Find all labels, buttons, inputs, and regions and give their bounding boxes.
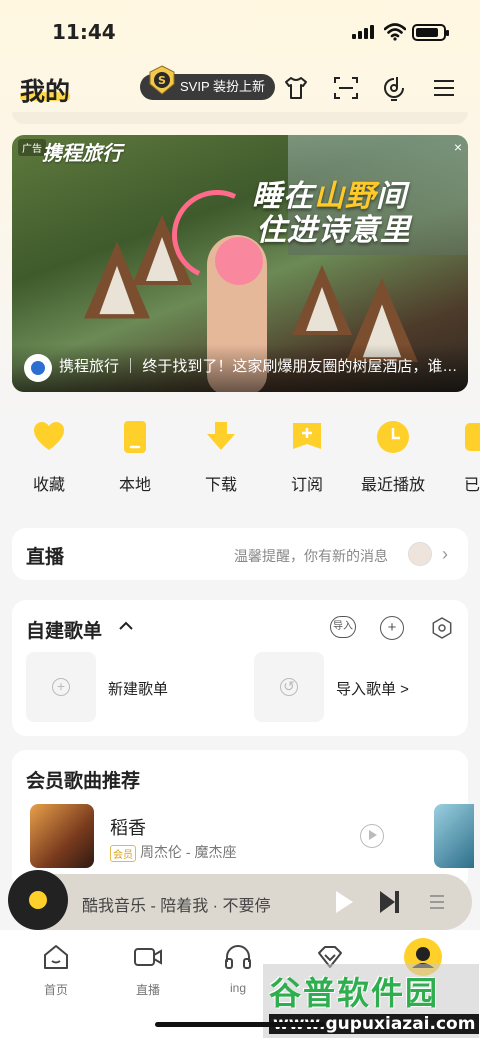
shortcut-label: 最近播放 <box>360 477 425 494</box>
new-playlist-thumb: + <box>26 652 96 722</box>
page-header: 我的 S SVIP 装扮上新 <box>0 64 480 114</box>
play-icon[interactable] <box>360 824 384 848</box>
page-title: 我的 <box>20 78 71 106</box>
banner-brand: 携程旅行 <box>42 143 122 165</box>
new-playlist-button[interactable]: + 新建歌单 <box>26 652 168 722</box>
battery-icon <box>412 24 449 41</box>
banner-hut <box>84 241 150 319</box>
song-title[interactable]: 稻香 <box>110 814 146 840</box>
vinyl-disc-icon[interactable] <box>8 870 68 930</box>
shortcut-label: 已 <box>464 477 480 494</box>
ctrip-logo-icon <box>24 354 52 382</box>
download-icon <box>207 422 235 450</box>
tab-label: 直播 <box>135 983 160 997</box>
wifi-icon <box>384 23 406 41</box>
check-icon <box>465 423 480 451</box>
shortcut-label: 下载 <box>204 477 237 494</box>
banner-slogan-line2: 住进诗意里 <box>256 213 411 248</box>
shortcut-purchased[interactable]: 已 <box>444 420 480 495</box>
plus-icon: + <box>52 678 70 696</box>
live-card[interactable]: 直播 温馨提醒，你有新的消息 › <box>12 528 468 580</box>
svip-badge-icon: S <box>149 65 175 95</box>
shortcut-row: 收藏 本地 下载 订阅 最近播放 已 <box>0 420 480 500</box>
avatar <box>408 542 432 566</box>
song-meta: 会员 周杰伦 - 魔杰座 <box>110 842 236 862</box>
header-strip <box>12 112 468 124</box>
ad-banner[interactable]: 广告 携程旅行 × 睡在山野间 住进诗意里 携程旅行 ｜ 终于找到了！这家刷爆朋… <box>12 135 468 392</box>
clock-icon <box>377 421 409 453</box>
member-songs-card: 会员歌曲推荐 稻香 会员 周杰伦 - 魔杰座 <box>12 750 474 890</box>
status-bar: 11:44 <box>0 0 480 60</box>
tab-ing[interactable]: ing <box>208 942 268 995</box>
tab-home[interactable]: 首页 <box>26 942 86 998</box>
menu-icon[interactable] <box>430 74 458 102</box>
music-recognize-icon[interactable] <box>380 74 408 102</box>
svip-label: SVIP 装扮上新 <box>180 79 266 94</box>
add-icon[interactable]: + <box>380 616 404 640</box>
shortcut-subscribe[interactable]: 订阅 <box>272 420 342 495</box>
player-text: 酷我音乐 - 陪着我 · 不要停 <box>82 898 271 915</box>
home-indicator[interactable] <box>155 1022 325 1027</box>
song-artist-album: 周杰伦 - 魔杰座 <box>140 844 237 860</box>
svg-text:S: S <box>158 74 166 87</box>
shortcut-local[interactable]: 本地 <box>100 420 170 495</box>
chevron-right-icon: › <box>442 544 448 564</box>
import-arrow-icon: ↺ <box>280 678 298 696</box>
live-title: 直播 <box>26 547 65 568</box>
import-playlist-button[interactable]: ↺ 导入歌单 > <box>254 652 409 722</box>
shortcut-label: 订阅 <box>290 477 323 494</box>
banner-hut <box>292 265 352 335</box>
headphones-icon <box>225 945 251 969</box>
shortcut-label: 本地 <box>118 477 151 494</box>
shortcut-download[interactable]: 下载 <box>186 420 256 495</box>
tab-live[interactable]: 直播 <box>118 942 178 998</box>
playlists-card: 自建歌单 导入 + + 新建歌单 ↺ 导入歌单 > <box>12 600 468 736</box>
song-cover-next[interactable] <box>434 804 474 868</box>
video-icon <box>134 948 162 966</box>
import-playlist-thumb: ↺ <box>254 652 324 722</box>
watermark-name: 谷普软件园 <box>269 975 440 1011</box>
next-button[interactable] <box>380 891 399 913</box>
chevron-up-icon[interactable] <box>118 620 134 632</box>
phone-icon <box>124 421 146 453</box>
new-playlist-label: 新建歌单 <box>108 681 169 698</box>
shortcut-recent[interactable]: 最近播放 <box>358 420 428 495</box>
status-time: 11:44 <box>52 20 116 44</box>
tab-label: 首页 <box>43 983 68 997</box>
scan-icon[interactable] <box>332 74 360 102</box>
subscribe-icon <box>293 423 321 449</box>
playlist-icon[interactable] <box>428 892 446 912</box>
shortcut-favorites[interactable]: 收藏 <box>14 420 84 495</box>
banner-caption: 携程旅行 ｜ 终于找到了！这家刷爆朋友圈的树屋酒店，谁… <box>59 358 458 375</box>
play-button[interactable] <box>336 891 353 913</box>
member-songs-title: 会员歌曲推荐 <box>26 771 141 792</box>
home-icon <box>44 945 68 969</box>
import-icon[interactable]: 导入 <box>330 616 356 638</box>
live-message: 温馨提醒，你有新的消息 <box>234 548 388 564</box>
signal-icon <box>352 25 374 39</box>
mini-player[interactable]: 酷我音乐 - 陪着我 · 不要停 <box>8 870 472 930</box>
vip-tag: 会员 <box>110 844 136 862</box>
tshirt-icon[interactable] <box>282 74 310 102</box>
playlists-title: 自建歌单 <box>26 621 103 642</box>
svip-button[interactable]: S SVIP 装扮上新 <box>140 65 276 100</box>
import-playlist-label: 导入歌单 > <box>336 681 409 698</box>
heart-icon <box>34 422 64 450</box>
settings-icon[interactable] <box>430 616 454 640</box>
tab-label: ing <box>229 981 246 995</box>
close-icon[interactable]: × <box>454 139 462 155</box>
song-cover[interactable] <box>30 804 94 868</box>
shortcut-label: 收藏 <box>32 477 65 494</box>
